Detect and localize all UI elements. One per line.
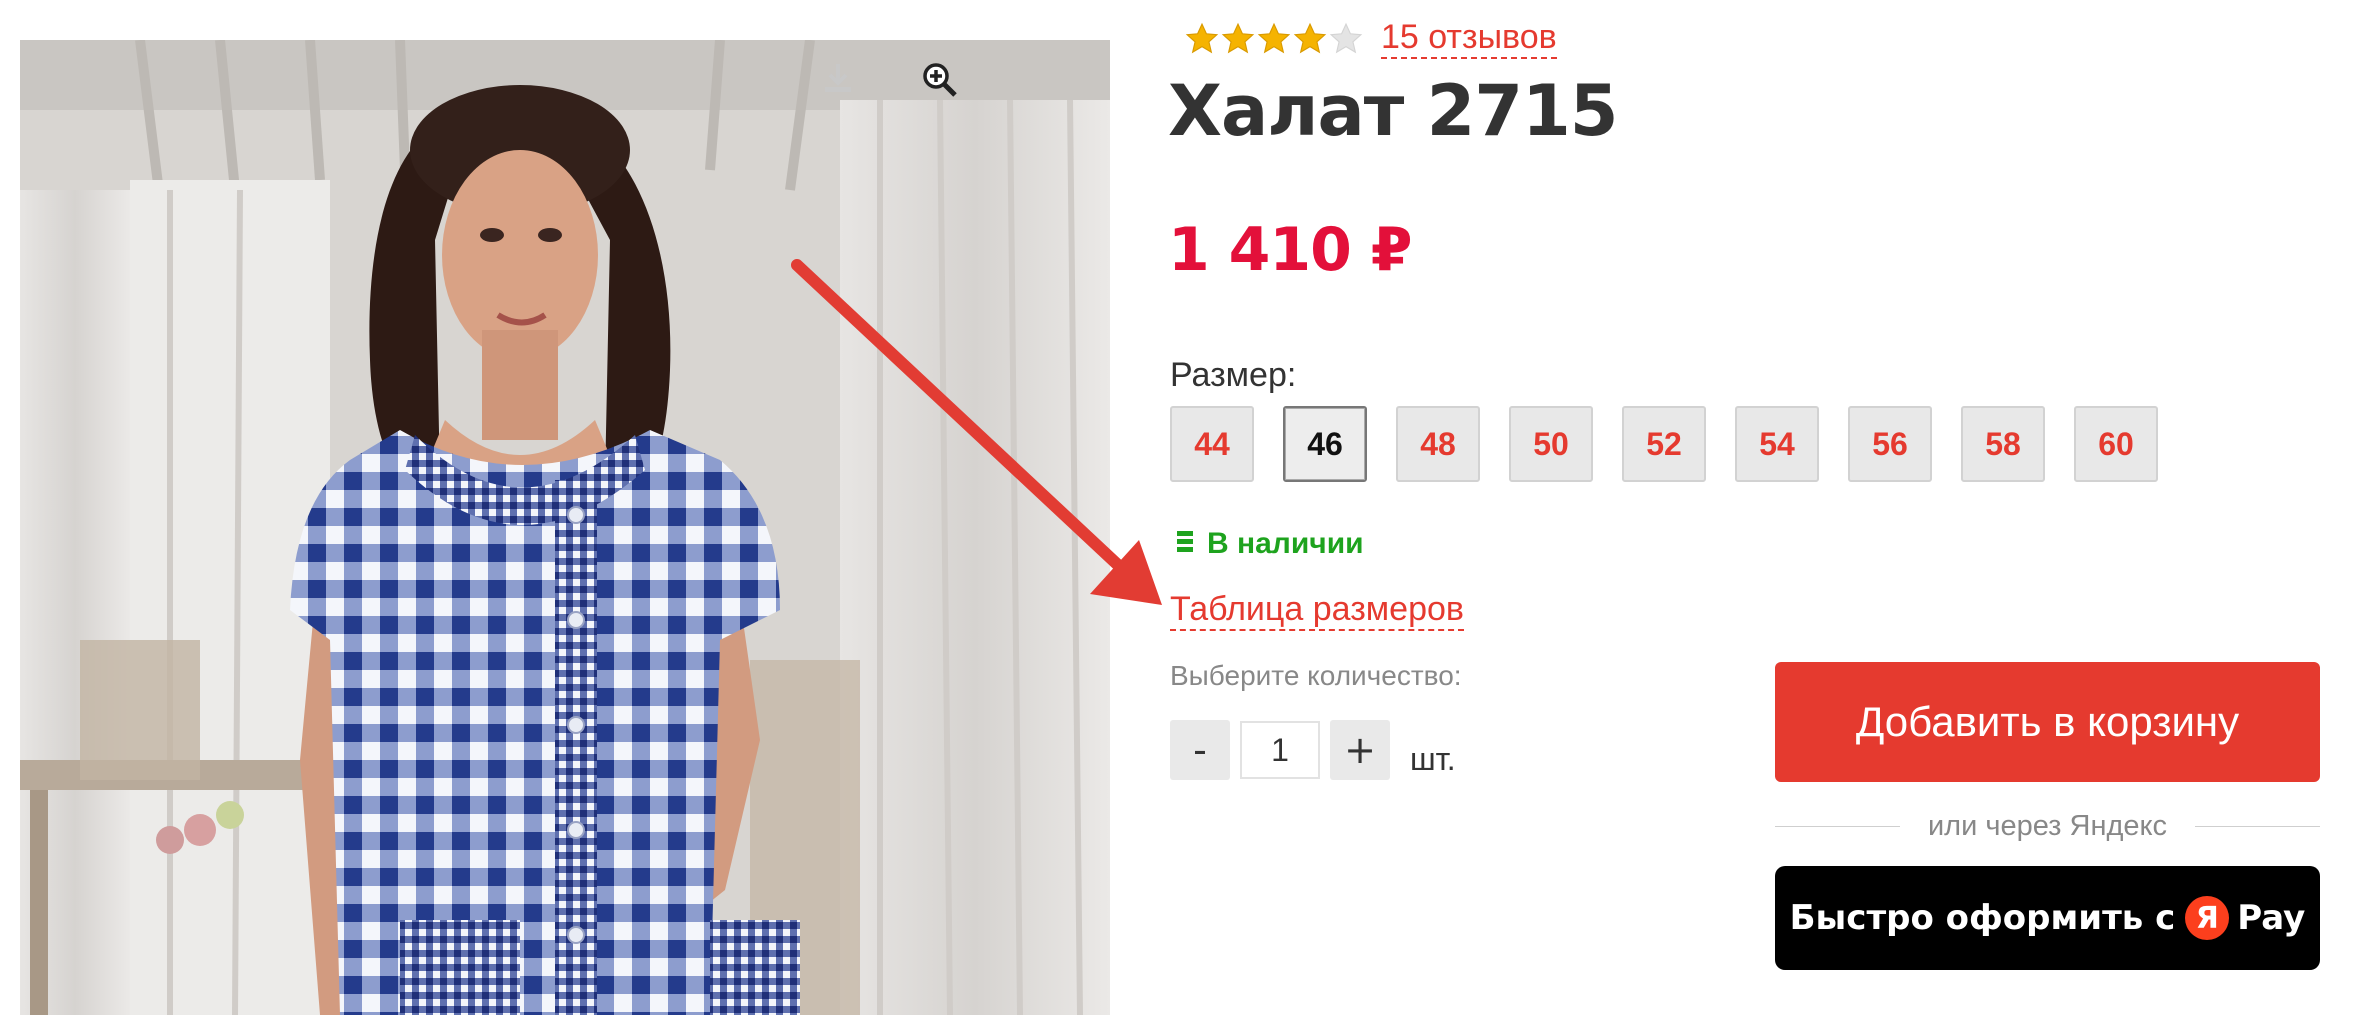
reviews-link[interactable]: 15 отзывов [1381,18,1557,60]
stock-text: В наличии [1207,527,1364,560]
star-filled-icon [1257,22,1291,53]
size-selector: 44 46 48 50 52 54 56 58 60 [1170,406,2187,482]
quantity-stepper: - + шт. [1170,720,1456,780]
product-image [20,40,1110,1015]
size-option-54[interactable]: 54 [1735,406,1819,482]
divider-line-left [1775,825,1900,827]
size-option-50[interactable]: 50 [1509,406,1593,482]
size-option-48[interactable]: 48 [1396,406,1480,482]
quantity-plus-button[interactable]: + [1330,720,1390,780]
add-to-cart-button[interactable]: Добавить в корзину [1775,662,2320,782]
product-price: 1 410 ₽ [1168,215,1413,285]
quantity-minus-button[interactable]: - [1170,720,1230,780]
size-option-56[interactable]: 56 [1848,406,1932,482]
rating-stars [1185,22,1363,56]
product-photo[interactable] [20,40,1110,1015]
star-filled-icon [1293,22,1327,53]
divider-text: или через Яндекс [1927,809,2168,842]
product-title: Халат 2715 [1168,70,1618,152]
quantity-input[interactable] [1240,721,1320,779]
size-option-44[interactable]: 44 [1170,406,1254,482]
zoom-in-icon[interactable] [920,60,968,108]
download-icon[interactable] [820,60,868,108]
stock-status: В наличии [1175,527,1364,561]
size-option-58[interactable]: 58 [1961,406,2045,482]
yandex-divider: или через Яндекс [1775,808,2321,844]
quantity-label: Выберите количество: [1170,660,1462,691]
yandex-pay-button[interactable]: Быстро оформить с Я Pay [1775,866,2320,970]
yandex-logo-icon: Я [2185,896,2230,940]
quantity-unit: шт. [1410,741,1456,777]
yandex-pay-suffix: Pay [2237,898,2306,938]
size-label: Размер: [1170,356,1297,394]
stock-bars-icon [1175,529,1195,560]
star-filled-icon [1185,22,1219,53]
size-option-46[interactable]: 46 [1283,406,1367,482]
yandex-pay-label: Быстро оформить с [1789,898,2176,938]
size-table-link[interactable]: Таблица размеров [1170,590,1464,632]
size-option-52[interactable]: 52 [1622,406,1706,482]
star-filled-icon [1221,22,1255,53]
size-option-60[interactable]: 60 [2074,406,2158,482]
divider-line-right [2195,825,2321,827]
product-rating: 15 отзывов [1185,18,1557,60]
star-empty-icon [1329,22,1363,53]
